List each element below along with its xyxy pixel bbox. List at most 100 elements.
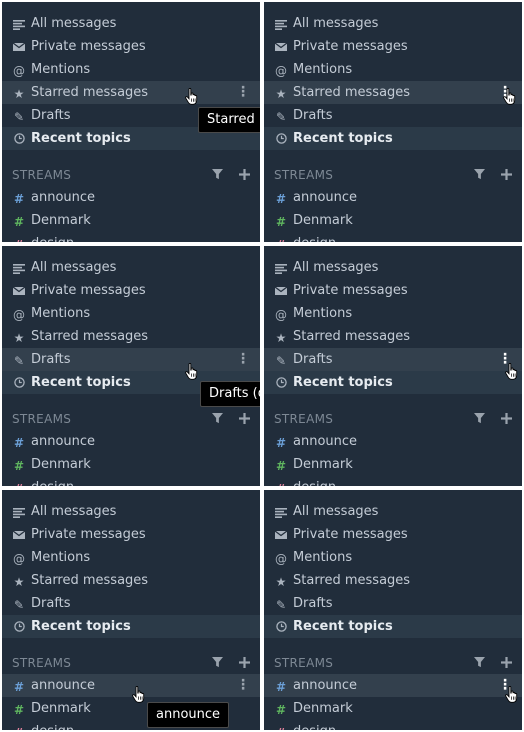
nav-all-messages[interactable]: All messages	[2, 256, 260, 279]
nav-private-messages[interactable]: Private messages	[2, 279, 260, 302]
pencil-icon: ✎	[275, 110, 287, 124]
vertical-ellipsis-icon[interactable]: ⋮	[236, 348, 250, 371]
nav-all-messages[interactable]: All messages	[264, 256, 522, 279]
stream-item-denmark[interactable]: # Denmark	[2, 453, 260, 476]
hash-icon: #	[275, 459, 287, 473]
nav-label: Private messages	[293, 39, 408, 54]
filter-icon[interactable]	[211, 412, 227, 427]
nav-label: Private messages	[31, 527, 146, 542]
plus-icon[interactable]	[501, 412, 512, 427]
nav-private-messages[interactable]: Private messages	[264, 35, 522, 58]
stream-item-announce[interactable]: #announce ⋮	[2, 430, 260, 453]
nav-all-messages[interactable]: All messages	[264, 12, 522, 35]
stream-list: #announce ⋮ # Denmark #design	[264, 430, 522, 486]
at-icon: @	[275, 552, 287, 566]
streams-header-label: STREAMS	[12, 412, 72, 426]
nav-mentions[interactable]: @ Mentions	[2, 58, 260, 81]
hash-icon: #	[13, 459, 25, 473]
stream-item-announce[interactable]: #announce ⋮	[2, 186, 260, 209]
stream-item-design[interactable]: # design	[2, 232, 260, 242]
hash-icon: #	[13, 436, 25, 450]
clock-icon	[12, 621, 26, 635]
nav-label: Drafts	[293, 596, 333, 611]
align-left-icon	[12, 18, 26, 32]
nav-all-messages[interactable]: All messages	[2, 12, 260, 35]
plus-icon[interactable]	[239, 412, 250, 427]
align-left-icon	[274, 18, 288, 32]
nav-starred-messages[interactable]: ★Starred messages ⋮	[264, 81, 522, 104]
nav-label: Recent topics	[31, 131, 131, 146]
nav-drafts[interactable]: ✎Drafts ⋮	[264, 104, 522, 127]
hash-icon: #	[12, 238, 26, 242]
stream-item-announce[interactable]: #announce ⋮	[264, 674, 522, 697]
stream-item-design[interactable]: # design	[264, 232, 522, 242]
nav-label: Starred messages	[31, 329, 149, 344]
streams-header: STREAMS	[12, 653, 254, 673]
vertical-ellipsis-icon[interactable]: ⋮	[236, 674, 250, 697]
clock-icon	[274, 621, 288, 635]
nav-label: Starred messages	[31, 573, 149, 588]
nav-mentions[interactable]: @ Mentions	[2, 546, 260, 569]
nav-starred-messages[interactable]: ★Starred messages ⋮	[2, 325, 260, 348]
hash-icon: #	[274, 238, 288, 242]
plus-icon[interactable]	[239, 168, 250, 183]
align-left-icon	[12, 262, 26, 276]
stream-item-denmark[interactable]: # Denmark	[264, 697, 522, 720]
stream-item-denmark[interactable]: # Denmark	[2, 209, 260, 232]
nav-recent-topics[interactable]: Recent topics	[264, 127, 522, 150]
nav-all-messages[interactable]: All messages	[264, 500, 522, 523]
nav-mentions[interactable]: @ Mentions	[264, 58, 522, 81]
nav-private-messages[interactable]: Private messages	[264, 279, 522, 302]
nav-recent-topics[interactable]: Recent topics	[264, 371, 522, 394]
filter-icon[interactable]	[473, 168, 489, 183]
nav-label: Starred messages	[31, 85, 149, 100]
nav-all-messages[interactable]: All messages	[2, 500, 260, 523]
filter-icon[interactable]	[211, 168, 227, 183]
nav-recent-topics[interactable]: Recent topics	[264, 615, 522, 638]
clock-icon	[274, 377, 288, 391]
stream-item-announce[interactable]: #announce ⋮	[2, 674, 260, 697]
at-icon: @	[275, 64, 287, 78]
pencil-icon: ✎	[13, 354, 25, 368]
stream-item-announce[interactable]: #announce ⋮	[264, 430, 522, 453]
stream-item-design[interactable]: # design	[2, 476, 260, 486]
hash-icon: #	[12, 726, 26, 730]
nav-drafts[interactable]: ✎Drafts ⋮	[264, 592, 522, 615]
stream-item-denmark[interactable]: # Denmark	[264, 209, 522, 232]
stream-item-denmark[interactable]: # Denmark	[264, 453, 522, 476]
vertical-ellipsis-icon[interactable]: ⋮	[236, 81, 250, 104]
plus-icon[interactable]	[501, 656, 512, 671]
nav-private-messages[interactable]: Private messages	[264, 523, 522, 546]
nav-starred-messages[interactable]: ★Starred messages ⋮	[2, 81, 260, 104]
stream-name: Denmark	[293, 457, 353, 472]
filter-icon[interactable]	[473, 656, 489, 671]
stream-name: Denmark	[293, 701, 353, 716]
stream-item-design[interactable]: # design	[264, 476, 522, 486]
hand-cursor-icon	[185, 362, 199, 380]
hash-icon: #	[275, 680, 287, 694]
nav-starred-messages[interactable]: ★Starred messages ⋮	[264, 325, 522, 348]
nav-mentions[interactable]: @ Mentions	[264, 302, 522, 325]
hash-icon: #	[13, 215, 25, 229]
nav-starred-messages[interactable]: ★Starred messages ⋮	[2, 569, 260, 592]
nav-private-messages[interactable]: Private messages	[2, 35, 260, 58]
stream-list: #announce ⋮ #Denmark #design	[2, 186, 260, 242]
streams-header-label: STREAMS	[274, 412, 334, 426]
nav-drafts[interactable]: ✎Drafts ⋮	[2, 592, 260, 615]
nav-starred-messages[interactable]: ★Starred messages ⋮	[264, 569, 522, 592]
nav-private-messages[interactable]: Private messages	[2, 523, 260, 546]
nav-mentions[interactable]: @ Mentions	[264, 546, 522, 569]
nav-mentions[interactable]: @ Mentions	[2, 302, 260, 325]
nav-drafts[interactable]: ✎Drafts ⋮	[2, 348, 260, 371]
plus-icon[interactable]	[501, 168, 512, 183]
filter-icon[interactable]	[473, 412, 489, 427]
stream-item-design[interactable]: # design	[264, 720, 522, 730]
stream-item-announce[interactable]: #announce ⋮	[264, 186, 522, 209]
filter-icon[interactable]	[211, 656, 227, 671]
streams-header: STREAMS	[12, 409, 254, 429]
nav-recent-topics[interactable]: Recent topics	[2, 615, 260, 638]
stream-name: announce	[293, 434, 358, 449]
nav-drafts[interactable]: ✎Drafts ⋮	[264, 348, 522, 371]
nav-label: Mentions	[293, 306, 353, 321]
plus-icon[interactable]	[239, 656, 250, 671]
